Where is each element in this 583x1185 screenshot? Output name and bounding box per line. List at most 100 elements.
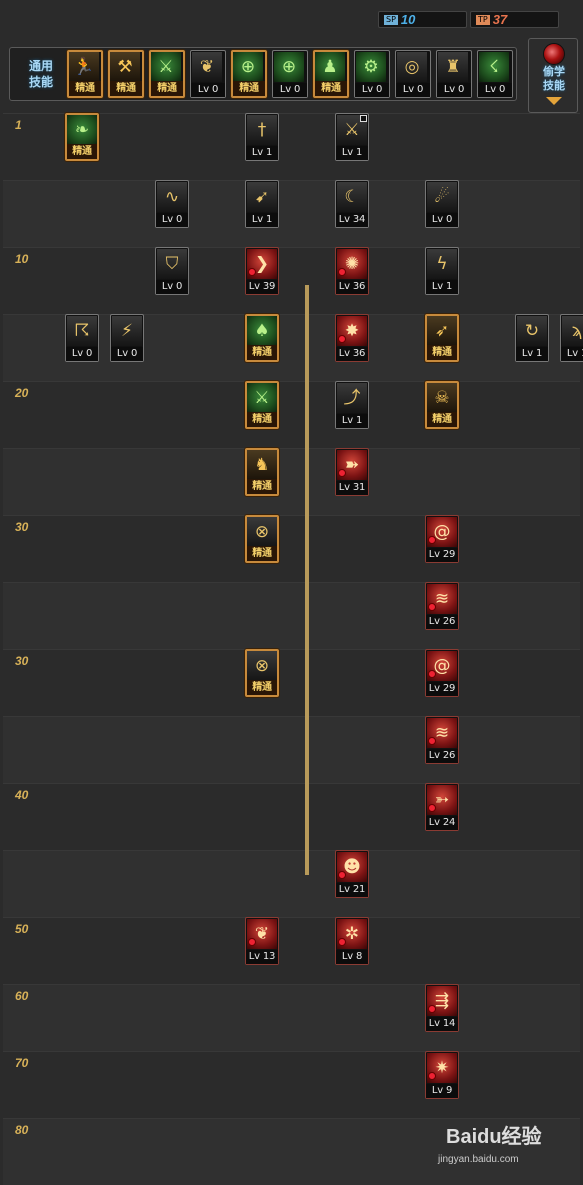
skill-icon[interactable]: ⚡ Lv 0	[110, 314, 144, 362]
row-level-label: 50	[15, 922, 29, 936]
skill-icon[interactable]: @ Lv 29	[425, 649, 459, 697]
general-skill-5[interactable]: ⊕ 精通	[231, 50, 267, 98]
skill-caption: Lv 36	[336, 347, 368, 361]
skill-caption: Lv 26	[426, 615, 458, 629]
general-skill-8[interactable]: ⚙ Lv 0	[354, 50, 390, 98]
cross-circle-icon: ⊗	[247, 517, 277, 547]
skill-icon[interactable]: ϡLv 1	[560, 314, 583, 362]
tp-marker-icon	[338, 268, 346, 276]
leap-figure-icon: ☇	[479, 52, 509, 82]
shield-icon: ⛉	[157, 249, 187, 279]
tp-marker-icon	[338, 335, 346, 343]
skill-icon[interactable]: ☠ 精通	[425, 381, 459, 429]
row-level-label: 80	[15, 1123, 29, 1137]
skill-caption: Lv 1	[426, 280, 458, 294]
skill-icon[interactable]: ϟ Lv 1	[425, 247, 459, 295]
skill-caption: 精通	[67, 144, 97, 159]
skill-icon[interactable]: ⊗ 精通	[245, 515, 279, 563]
general-skill-2[interactable]: ⚒ 精通	[108, 50, 144, 98]
sprint-figure-icon: ➶	[427, 316, 457, 346]
skill-icon[interactable]: ⚔ 精通	[245, 381, 279, 429]
skill-icon[interactable]: ☾ Lv 34	[335, 180, 369, 228]
dropdown-arrow-icon	[546, 97, 562, 105]
general-skill-9[interactable]: ◎ Lv 0	[395, 50, 431, 98]
skill-caption: 精通	[247, 345, 277, 360]
crescent-slash-icon: ☾	[337, 182, 367, 212]
skill-caption: Lv 29	[426, 548, 458, 562]
skill-icon[interactable]: ⇶ Lv 14	[425, 984, 459, 1032]
tp-marker-icon	[428, 1072, 436, 1080]
skill-icon[interactable]: ☄ Lv 0	[425, 180, 459, 228]
skill-icon[interactable]: ⚔ Lv 1	[335, 113, 369, 161]
general-skill-10[interactable]: ♜ Lv 0	[436, 50, 472, 98]
skill-icon[interactable]: ❧ 精通	[65, 113, 99, 161]
skill-caption: Lv 1	[246, 146, 278, 160]
tree-row	[3, 582, 580, 649]
skill-caption: Lv 14	[426, 1017, 458, 1031]
skill-caption: Lv 0	[273, 83, 307, 97]
skill-icon[interactable]: @ Lv 29	[425, 515, 459, 563]
skill-icon[interactable]: ✷ Lv 9	[425, 1051, 459, 1099]
tree-row	[3, 448, 580, 515]
skill-caption: Lv 0	[426, 213, 458, 227]
skill-icon[interactable]: ✺ Lv 36	[335, 247, 369, 295]
skill-icon[interactable]: ≋ Lv 26	[425, 582, 459, 630]
skill-caption: 精通	[110, 81, 142, 96]
skill-caption: Lv 24	[426, 816, 458, 830]
skill-icon[interactable]: ✲ Lv 8	[335, 917, 369, 965]
skill-icon[interactable]: ➳ Lv 24	[425, 783, 459, 831]
sp-tag: SP	[384, 14, 398, 25]
general-skill-3[interactable]: ⚔ 精通	[149, 50, 185, 98]
tumble-figure-icon: ↻	[517, 316, 547, 346]
skill-icon[interactable]: ❯ Lv 39	[245, 247, 279, 295]
vine-icon: ϡ	[562, 316, 583, 346]
target-sight-icon: ⊕	[274, 52, 304, 82]
skill-icon[interactable]: ✸ Lv 36	[335, 314, 369, 362]
dash-icon: ➹	[247, 182, 277, 212]
hooded-figure-icon: ♠	[247, 316, 277, 346]
tree-row: 70	[3, 1051, 580, 1118]
tree-row: 40	[3, 783, 580, 850]
row-level-label: 70	[15, 1056, 29, 1070]
skill-icon[interactable]: † Lv 1	[245, 113, 279, 161]
red-gem-icon	[543, 43, 565, 65]
skill-caption: Lv 0	[478, 83, 512, 97]
tp-marker-icon	[248, 268, 256, 276]
general-skill-1[interactable]: 🏃 精通	[67, 50, 103, 98]
tp-marker-icon	[248, 938, 256, 946]
sp-value: 10	[400, 12, 416, 27]
skill-caption: 精通	[247, 680, 277, 695]
skill-icon[interactable]: ♠ 精通	[245, 314, 279, 362]
skill-icon[interactable]: ⛉ Lv 0	[155, 247, 189, 295]
crouch-figure-icon: 🏃	[69, 52, 99, 82]
general-skill-7[interactable]: ♟ 精通	[313, 50, 349, 98]
general-skill-6[interactable]: ⊕ Lv 0	[272, 50, 308, 98]
skill-icon[interactable]: ➽ Lv 31	[335, 448, 369, 496]
skill-icon[interactable]: ❦ Lv 13	[245, 917, 279, 965]
skill-caption: Lv 34	[336, 213, 368, 227]
skill-icon[interactable]: ☻ Lv 21	[335, 850, 369, 898]
general-skill-4[interactable]: ❦ Lv 0	[190, 50, 226, 98]
tp-marker-icon	[338, 938, 346, 946]
skill-icon[interactable]: ⤴ Lv 1	[335, 381, 369, 429]
general-skill-11[interactable]: ☇ Lv 0	[477, 50, 513, 98]
skill-caption: Lv 0	[156, 280, 188, 294]
tp-marker-icon	[428, 1005, 436, 1013]
skill-caption: Lv 21	[336, 883, 368, 897]
skill-icon[interactable]: ➶ 精通	[425, 314, 459, 362]
row-level-label: 20	[15, 386, 29, 400]
skill-icon[interactable]: ♞ 精通	[245, 448, 279, 496]
skill-icon[interactable]: ∿ Lv 0	[155, 180, 189, 228]
stolen-skill-label: 偷学 技能	[543, 65, 565, 92]
skill-caption: Lv 0	[355, 83, 389, 97]
target-sight-icon: ⊕	[233, 52, 263, 82]
skill-caption: Lv 9	[426, 1084, 458, 1098]
skill-icon[interactable]: ☈ Lv 0	[65, 314, 99, 362]
skill-icon[interactable]: ≋ Lv 26	[425, 716, 459, 764]
skill-icon[interactable]: ⊗ 精通	[245, 649, 279, 697]
row-level-label: 10	[15, 252, 29, 266]
skill-icon[interactable]: ↻ Lv 1	[515, 314, 549, 362]
cross-circle-icon: ⊗	[247, 651, 277, 681]
skill-icon[interactable]: ➹ Lv 1	[245, 180, 279, 228]
stolen-skill-button[interactable]: 偷学 技能	[528, 38, 578, 113]
